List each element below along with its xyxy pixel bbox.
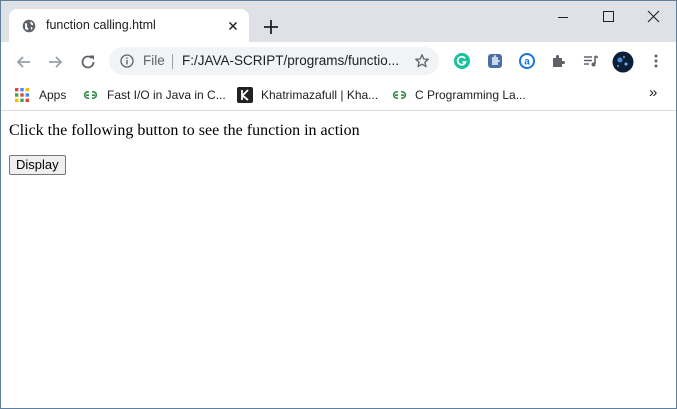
new-tab-icon[interactable] [260, 16, 282, 38]
browser-window: function calling.html File F:/JAVA-SCRIP… [0, 0, 677, 409]
bookmark-khatrimazafull[interactable]: Khatrimazafull | Kha... [237, 86, 379, 104]
scheme-label: File [143, 53, 165, 68]
k-logo-icon [237, 87, 253, 103]
url-text[interactable]: F:/JAVA-SCRIPT/programs/functio... [182, 53, 399, 68]
extensions-puzzle-icon[interactable] [550, 52, 568, 70]
close-window-icon[interactable] [630, 8, 676, 26]
tab-title: function calling.html [46, 18, 156, 32]
bookmarks-bar: Apps Fast I/O in Java in C... Khatrimaza… [1, 80, 676, 111]
close-tab-icon[interactable] [226, 19, 240, 33]
bookmark-label: Apps [39, 88, 67, 102]
bookmark-c-programming[interactable]: C Programming La... [391, 86, 526, 104]
bookmark-label: Fast I/O in Java in C... [107, 88, 226, 102]
apps-grid-icon [15, 88, 29, 102]
bookmark-star-icon[interactable] [414, 53, 430, 69]
globe-icon [22, 19, 36, 33]
media-queue-icon[interactable] [582, 52, 600, 70]
menu-kebab-icon[interactable] [647, 52, 665, 70]
profile-avatar-icon[interactable] [612, 51, 634, 73]
maximize-icon[interactable] [585, 8, 631, 26]
at-sign-extension-icon[interactable]: a [518, 52, 536, 70]
forward-arrow-icon[interactable] [45, 52, 65, 72]
puzzle-extension-icon[interactable] [486, 52, 504, 70]
reload-icon[interactable] [78, 52, 98, 72]
back-arrow-icon[interactable] [14, 52, 34, 72]
bookmark-apps[interactable]: Apps [15, 86, 71, 104]
page-content: Click the following button to see the fu… [1, 111, 676, 408]
bookmark-label: Khatrimazafull | Kha... [261, 88, 379, 102]
info-icon[interactable] [120, 54, 134, 68]
display-button[interactable]: Display [9, 155, 66, 175]
title-bar: function calling.html [1, 1, 676, 42]
svg-text:a: a [524, 57, 530, 68]
grammarly-icon[interactable] [453, 52, 471, 70]
bookmark-label: C Programming La... [415, 88, 526, 102]
geeksforgeeks-icon [83, 91, 98, 99]
bookmarks-overflow-chevron[interactable]: » [649, 84, 657, 102]
geeksforgeeks-icon [392, 91, 407, 99]
tab-active[interactable]: function calling.html [9, 9, 249, 42]
instruction-text: Click the following button to see the fu… [9, 122, 360, 139]
minimize-icon[interactable] [540, 8, 586, 26]
bookmark-fast-io-java[interactable]: Fast I/O in Java in C... [82, 86, 226, 104]
omnibox-divider [172, 54, 173, 69]
address-bar[interactable]: File F:/JAVA-SCRIPT/programs/functio... [109, 47, 439, 75]
address-toolbar: File F:/JAVA-SCRIPT/programs/functio... … [1, 42, 676, 80]
